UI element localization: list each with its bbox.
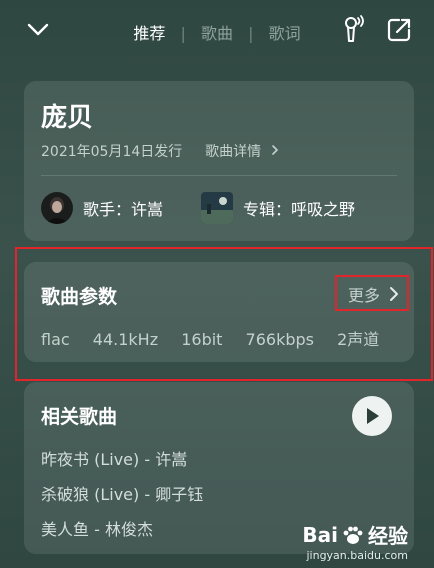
play-all-button[interactable] — [352, 396, 392, 436]
tab-bar: 推荐 | 歌曲 | 歌词 — [0, 20, 434, 44]
song-detail-label: 歌曲详情 — [205, 144, 262, 160]
paw-icon — [343, 526, 363, 544]
watermark-url: jingyan.baidu.com — [306, 549, 408, 562]
params-list: flac 44.1kHz 16bit 766kbps 2声道 — [41, 326, 397, 350]
param-sample-rate: 44.1kHz — [92, 330, 159, 349]
share-icon[interactable] — [386, 17, 412, 43]
singer-name: 许嵩 — [131, 200, 164, 219]
album-link[interactable]: 专辑： 呼吸之野 — [201, 192, 355, 224]
baidu-jingyan-watermark: Bai 经验 jingyan.baidu.com — [302, 520, 408, 563]
params-title: 歌曲参数 — [41, 286, 118, 308]
release-date: 2021年05月14日发行 — [41, 144, 183, 160]
watermark-suffix: 经验 — [368, 524, 408, 548]
tab-separator: | — [180, 24, 186, 43]
album-cover — [201, 192, 233, 224]
song-info-card: 庞贝 2021年05月14日发行 歌曲详情 歌手： 许嵩 专辑： 呼吸之野 — [24, 81, 414, 241]
param-bit-depth: 16bit — [181, 330, 223, 349]
param-format: flac — [41, 330, 70, 349]
singer-avatar — [41, 192, 73, 224]
album-name: 呼吸之野 — [291, 200, 356, 219]
chevron-right-icon — [271, 145, 278, 155]
singer-link[interactable]: 歌手： 许嵩 — [41, 192, 163, 224]
song-title: 庞贝 — [41, 103, 94, 133]
tab-lyrics[interactable]: 歌词 — [269, 20, 301, 44]
tab-recommend[interactable]: 推荐 — [133, 20, 165, 44]
song-detail-link[interactable]: 歌曲详情 — [205, 144, 279, 160]
related-song-item[interactable]: 昨夜书 (Live) - 许嵩 — [41, 446, 187, 470]
highlight-more — [335, 275, 409, 311]
tab-songs[interactable]: 歌曲 — [201, 20, 233, 44]
divider — [41, 175, 397, 176]
microphone-broadcast-icon[interactable] — [338, 14, 368, 44]
play-icon — [367, 408, 379, 424]
watermark-brand: Bai — [302, 522, 338, 547]
related-song-item[interactable]: 美人鱼 - 林俊杰 — [41, 516, 153, 540]
tab-separator: | — [248, 24, 254, 43]
singer-label: 歌手： — [83, 200, 132, 219]
song-meta: 2021年05月14日发行 歌曲详情 — [41, 141, 280, 161]
param-bitrate: 766kbps — [245, 330, 314, 349]
related-song-item[interactable]: 杀破狼 (Live) - 卿子钰 — [41, 481, 203, 505]
top-bar: 推荐 | 歌曲 | 歌词 — [0, 0, 434, 60]
album-label: 专辑： — [243, 200, 292, 219]
param-channels: 2声道 — [337, 330, 380, 349]
related-title: 相关歌曲 — [41, 406, 118, 428]
